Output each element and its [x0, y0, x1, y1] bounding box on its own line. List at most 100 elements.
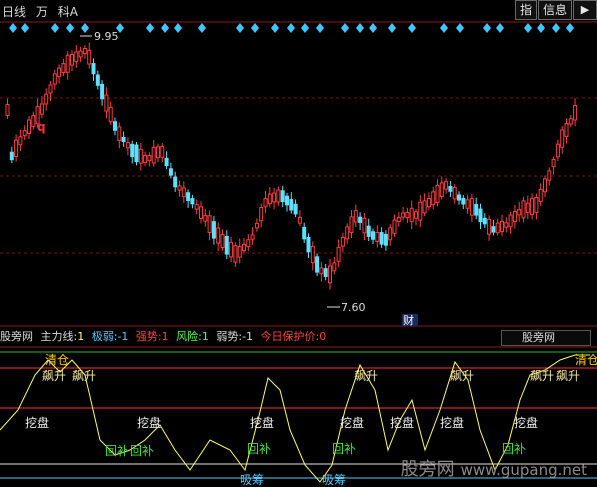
candle-body	[362, 217, 367, 234]
candle-body	[65, 54, 70, 73]
candle-body	[439, 182, 444, 197]
signal-diamond-icon	[552, 23, 560, 33]
candle-body	[194, 204, 199, 210]
main-line-label: 主力线:	[40, 330, 78, 343]
candle-body	[18, 136, 23, 146]
candle-body	[469, 198, 474, 216]
protect-price-label: 今日保护价:	[260, 330, 320, 343]
candle-body	[246, 239, 251, 248]
candle-body	[547, 170, 552, 181]
candle-body	[267, 193, 272, 205]
candle-body	[306, 236, 311, 253]
candle-body	[177, 185, 182, 191]
candle-body	[379, 232, 384, 245]
candle-body	[125, 142, 130, 149]
signal-fill-label: 回补	[332, 442, 356, 456]
candle-body	[130, 143, 135, 158]
event-marker: q	[37, 120, 46, 134]
candle-body	[461, 197, 466, 205]
signal-dig-label: 挖盘	[440, 415, 464, 430]
candle-body	[543, 178, 547, 193]
candle-body	[431, 191, 436, 206]
candle-body	[272, 192, 277, 203]
signal-fill-label: 回补	[502, 442, 526, 456]
candle-body	[117, 126, 122, 142]
signal-diamond-icon	[316, 23, 324, 33]
main-line-value: 1	[77, 330, 85, 343]
candle-body	[224, 235, 229, 255]
candle-body	[237, 246, 242, 258]
signal-diamond-icon	[236, 23, 244, 33]
signal-diamond-icon	[388, 23, 396, 33]
candle-body	[190, 198, 195, 205]
signal-diamond-icon	[369, 23, 377, 33]
candle-body	[512, 211, 517, 223]
signal-diamond-icon	[161, 23, 169, 33]
weak-value: -1	[242, 330, 254, 343]
extreme-weak-value: -1	[117, 330, 129, 343]
signal-diamond-icon	[356, 23, 364, 33]
candle-body	[229, 241, 234, 258]
signal-diamond-icon	[408, 23, 416, 33]
candle-body	[366, 225, 371, 237]
candle-body	[297, 216, 302, 224]
signal-diamond-icon	[81, 23, 89, 33]
signal-diamond-icon	[287, 23, 295, 33]
candle-body	[508, 214, 513, 228]
signal-dig-label: 挖盘	[137, 415, 161, 430]
candle-body	[332, 262, 337, 272]
candle-body	[289, 199, 294, 211]
signal-diamond-icon	[51, 23, 59, 33]
candle-body	[491, 226, 496, 233]
candle-body	[405, 211, 410, 219]
signal-diamond-icon	[174, 23, 182, 33]
candle-body	[538, 188, 543, 202]
signal-diamond-icon	[66, 23, 74, 33]
candle-body	[422, 200, 427, 214]
signal-diamond-icon	[251, 23, 259, 33]
stock-chart-window: 日线 万 科A 指 信息 ▶ 9.95 7.60 q 财清仓 清仓 飙升 飙升 飙升 飙升 飙升飙…	[0, 0, 597, 487]
candle-body	[52, 73, 57, 85]
candle-body	[302, 226, 307, 240]
candle-body	[242, 243, 246, 252]
signal-diamond-icon	[146, 23, 154, 33]
candle-body	[78, 50, 83, 58]
watermark: 股旁网 www.gupang.net	[401, 455, 587, 481]
signal-fill-label: 回补	[130, 444, 154, 458]
candle-body	[254, 222, 259, 229]
candle-body	[452, 187, 457, 200]
price-chart[interactable]: 9.957.60q财清仓 清仓飙升 飙升 飙升 飙升 飙升 飙升挖盘 挖盘 挖盘 挖盘 挖盘 挖盘 挖盘…	[0, 0, 597, 487]
candle-body	[409, 207, 414, 223]
candle-body	[530, 197, 535, 216]
signal-diamond-icon	[566, 23, 574, 33]
signal-absorb-label: 吸筹	[322, 473, 346, 487]
signal-dig-label: 挖盘	[340, 415, 364, 430]
protect-price-value: 0	[319, 330, 327, 343]
candle-body	[220, 234, 225, 248]
weak-label: 弱势:	[216, 330, 243, 343]
candle-body	[9, 151, 14, 161]
signal-dig-label: 挖盘	[250, 415, 274, 430]
candle-body	[164, 157, 169, 167]
signal-rise-label: 飙升	[42, 368, 66, 383]
candle-body	[138, 148, 143, 164]
signal-dig-label: 挖盘	[514, 415, 538, 430]
signal-rise-label: 飙升	[450, 368, 474, 383]
candle-body	[173, 176, 178, 188]
candle-body	[57, 67, 62, 78]
candle-body	[181, 187, 186, 198]
watermark-cn: 股旁网	[400, 459, 455, 480]
signal-diamond-icon	[341, 23, 349, 33]
candle-body	[5, 104, 10, 116]
candle-body	[113, 121, 117, 131]
candle-body	[211, 221, 216, 239]
indicator-tab[interactable]: 股旁网	[501, 330, 591, 346]
candle-body	[207, 215, 212, 233]
candle-body	[564, 123, 569, 137]
candle-body	[353, 210, 358, 223]
candle-body	[134, 144, 139, 163]
signal-diamond-icon	[456, 23, 464, 33]
candle-body	[448, 186, 453, 192]
candle-body	[435, 184, 440, 204]
candle-body	[91, 63, 96, 75]
